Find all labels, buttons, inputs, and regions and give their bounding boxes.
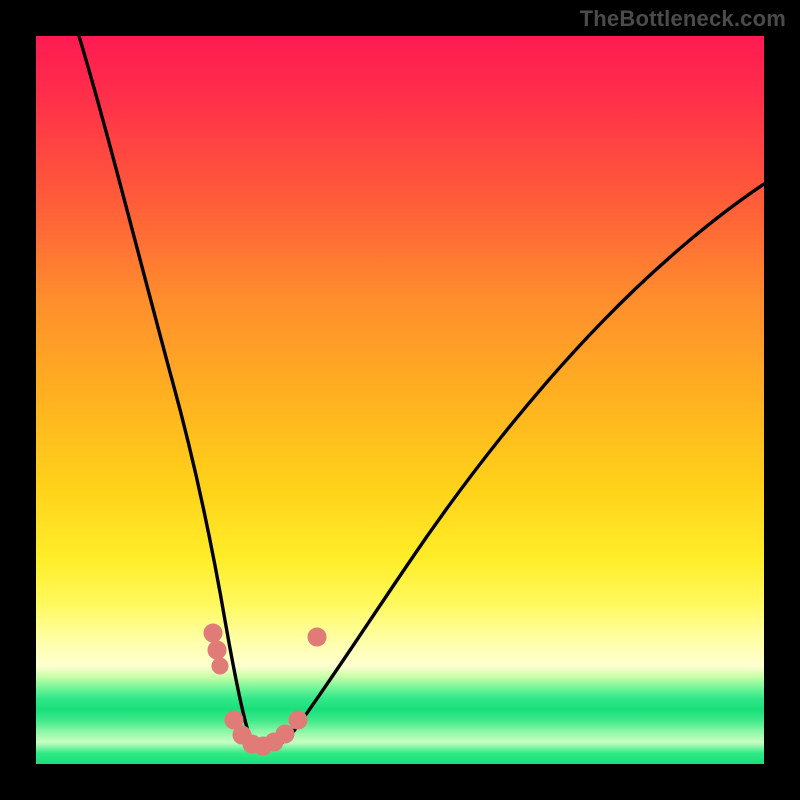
chart-frame: TheBottleneck.com <box>0 0 800 800</box>
plot-area <box>36 36 764 764</box>
curves-layer <box>36 36 764 764</box>
highlight-dots <box>204 624 326 755</box>
main-curve <box>79 36 764 748</box>
watermark-text: TheBottleneck.com <box>580 6 786 32</box>
